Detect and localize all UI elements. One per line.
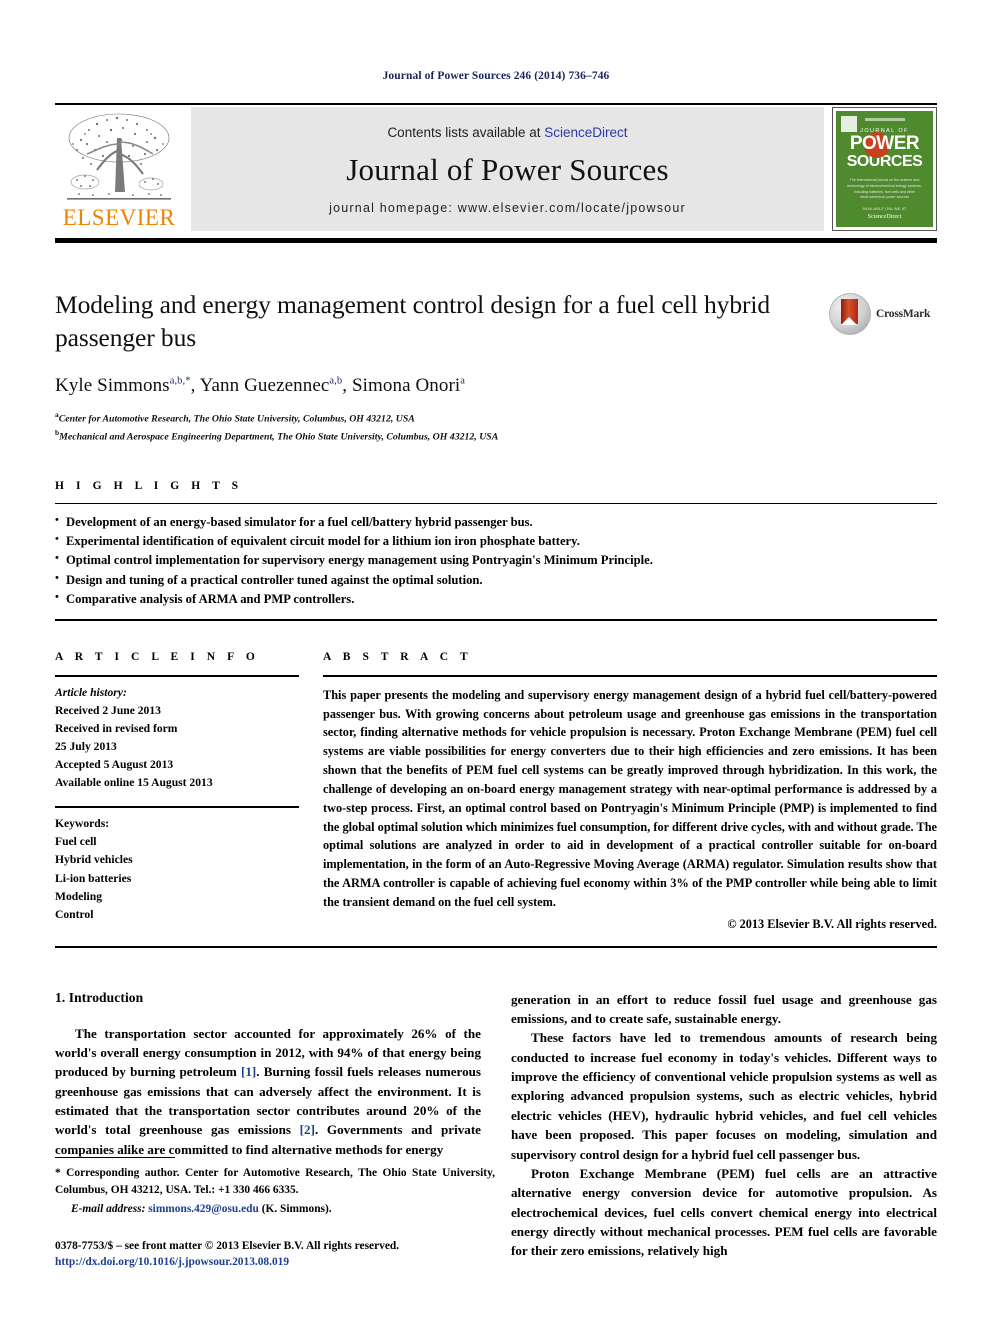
sciencedirect-link[interactable]: ScienceDirect [544, 125, 627, 140]
section-title-introduction: 1. Introduction [55, 989, 144, 1005]
paper-page: Journal of Power Sources 246 (2014) 736–… [0, 0, 992, 1323]
highlights-section: H I G H L I G H T S Development of an en… [55, 480, 937, 621]
doi-link[interactable]: http://dx.doi.org/10.1016/j.jpowsour.201… [55, 1254, 495, 1271]
author-name: Simona Onori [351, 375, 461, 397]
imprint-block: 0378-7753/$ – see front matter © 2013 El… [55, 1238, 495, 1271]
email-link[interactable]: simmons.429@osu.edu [148, 1203, 259, 1215]
cover-power-text: POWER [849, 133, 920, 154]
cover-power-word: POWER [849, 132, 920, 158]
corresponding-author-note: * Corresponding author. Center for Autom… [55, 1166, 495, 1196]
highlights-heading: H I G H L I G H T S [55, 480, 243, 493]
abstract-rule [323, 674, 937, 677]
crossmark-badge[interactable]: CrossMark [829, 289, 937, 335]
paragraph: Proton Exchange Membrane (PEM) fuel cell… [511, 1165, 937, 1259]
journal-homepage-line[interactable]: journal homepage: www.elsevier.com/locat… [329, 201, 686, 215]
keyword-item: Fuel cell [55, 835, 97, 849]
article-history-item: Available online 15 August 2013 [55, 776, 213, 790]
paragraph: generation in an effort to reduce fossil… [511, 991, 937, 1026]
citation-ref[interactable]: [2] [300, 1122, 315, 1137]
author-name: Kyle Simmons [55, 375, 170, 397]
author-marks: a [460, 375, 466, 387]
cover-footer-small: AVAILABLE ONLINE AT [862, 207, 907, 211]
affiliation-text: Center for Automotive Research, The Ohio… [58, 413, 415, 425]
title-block: Modeling and energy management control d… [55, 289, 937, 444]
masthead-top-rule [55, 103, 937, 105]
elsevier-tree-icon [63, 110, 175, 206]
author-marks: a,b,* [169, 375, 191, 387]
affiliation-text: Mechanical and Aerospace Engineering Dep… [59, 430, 499, 442]
keyword-item: Hybrid vehicles [55, 853, 133, 867]
author-list: Kyle Simmonsa,b,*, Yann Guezenneca,b, Si… [55, 375, 466, 397]
footnote-block: * Corresponding author. Center for Autom… [55, 1156, 495, 1271]
journal-title: Journal of Power Sources [346, 152, 669, 188]
email-note: E-mail address: simmons.429@osu.edu (K. … [55, 1201, 495, 1218]
author-marks: a,b [329, 375, 343, 387]
contents-lists-line: Contents lists available at ScienceDirec… [387, 125, 627, 140]
body-right-column: generation in an effort to reduce fossil… [511, 990, 937, 1261]
journal-cover-thumbnail: JOURNAL OF POWER SOURCES The internation… [832, 107, 937, 231]
cover-top-bar [864, 118, 905, 121]
highlight-item: Optimal control implementation for super… [55, 550, 937, 570]
paragraph: The transportation sector accounted for … [55, 1024, 481, 1160]
highlights-rule [55, 503, 937, 505]
keywords-block: Keywords: Fuel cell Hybrid vehicles Li-i… [55, 815, 299, 923]
abstract-copyright: © 2013 Elsevier B.V. All rights reserved… [727, 916, 937, 931]
article-history-item: Received 2 June 2013 [55, 703, 161, 717]
cover-blurb: The international journal on the science… [847, 178, 922, 200]
article-history-item: Received in revised form [55, 721, 178, 735]
keyword-item: Control [55, 907, 94, 921]
masthead-center-panel: Contents lists available at ScienceDirec… [191, 107, 824, 231]
keyword-item: Modeling [55, 889, 103, 903]
paragraph: These factors have led to tremendous amo… [511, 1030, 937, 1162]
highlight-item: Comparative analysis of ARMA and PMP con… [55, 589, 937, 609]
citation-ref[interactable]: [1] [241, 1064, 256, 1079]
keywords-rule [55, 806, 299, 809]
highlight-item: Design and tuning of a practical control… [55, 570, 937, 590]
cover-footer-brand: ScienceDirect [867, 214, 902, 220]
elsevier-logo: ELSEVIER [55, 107, 183, 231]
journal-masthead: ELSEVIER Contents lists available at Sci… [55, 107, 937, 231]
masthead-bottom-rule [55, 238, 937, 243]
highlights-bottom-rule [55, 618, 937, 621]
cover-elsevier-icon [841, 116, 857, 132]
article-history-block: Article history: Received 2 June 2013 Re… [55, 684, 299, 792]
issn-front-matter: 0378-7753/$ – see front matter © 2013 El… [55, 1239, 400, 1252]
email-suffix: (K. Simmons). [261, 1202, 332, 1215]
highlight-item: Experimental identification of equivalen… [55, 531, 937, 551]
abstract-heading: A B S T R A C T [323, 650, 473, 663]
abstract-bottom-rule [55, 945, 937, 948]
running-head: Journal of Power Sources 246 (2014) 736–… [382, 70, 610, 82]
highlight-item: Development of an energy-based simulator… [55, 512, 937, 532]
page-title: Modeling and energy management control d… [55, 290, 771, 352]
keywords-label: Keywords: [55, 817, 110, 831]
article-info-column: A R T I C L E I N F O Article history: R… [55, 651, 323, 932]
article-info-rule [55, 674, 299, 677]
article-history-item: Accepted 5 August 2013 [55, 758, 174, 772]
author-name: Yann Guezennec [199, 375, 330, 397]
affiliation-list: aCenter for Automotive Research, The Ohi… [55, 409, 815, 444]
abstract-text: This paper presents the modeling and sup… [323, 687, 937, 909]
abstract-column: A B S T R A C T This paper presents the … [323, 651, 937, 932]
crossmark-icon [829, 293, 871, 335]
footnote-rule [55, 1156, 175, 1158]
affiliation-item: bMechanical and Aerospace Engineering De… [55, 427, 815, 444]
elsevier-wordmark: ELSEVIER [62, 205, 176, 230]
keyword-item: Li-ion batteries [55, 871, 132, 885]
cover-sources-word: SOURCES [846, 153, 923, 171]
highlights-list: Development of an energy-based simulator… [55, 512, 937, 609]
email-label: E-mail address: [71, 1202, 146, 1215]
article-info-heading: A R T I C L E I N F O [55, 650, 260, 663]
affiliation-item: aCenter for Automotive Research, The Ohi… [55, 409, 815, 426]
article-history-item: 25 July 2013 [55, 740, 117, 754]
article-history-label: Article history: [55, 685, 127, 699]
crossmark-label: CrossMark [876, 308, 931, 320]
contents-lists-prefix: Contents lists available at [387, 125, 545, 141]
info-abstract-section: A R T I C L E I N F O Article history: R… [55, 651, 937, 932]
